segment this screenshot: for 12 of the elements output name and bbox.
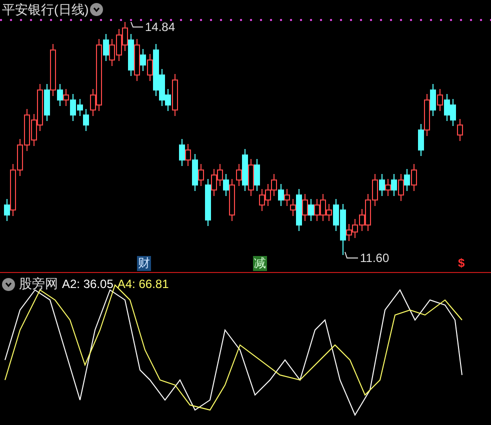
chart-title: 平安银行(日线) bbox=[2, 2, 89, 18]
dropdown-icon bbox=[90, 3, 103, 16]
high-pointer-line bbox=[130, 22, 144, 28]
indicator-value: A4: 66.81 bbox=[117, 276, 169, 292]
event-marker: $ bbox=[457, 256, 466, 271]
indicator-value: A2: 36.05 bbox=[62, 276, 114, 292]
event-marker: 财 bbox=[137, 256, 151, 271]
low-price-label: 11.60 bbox=[360, 251, 390, 265]
high-price-label: 14.84 bbox=[145, 20, 176, 34]
indicator-name: 股旁网 bbox=[19, 276, 58, 292]
event-marker: 减 bbox=[253, 256, 267, 271]
low-pointer-line bbox=[344, 252, 358, 258]
